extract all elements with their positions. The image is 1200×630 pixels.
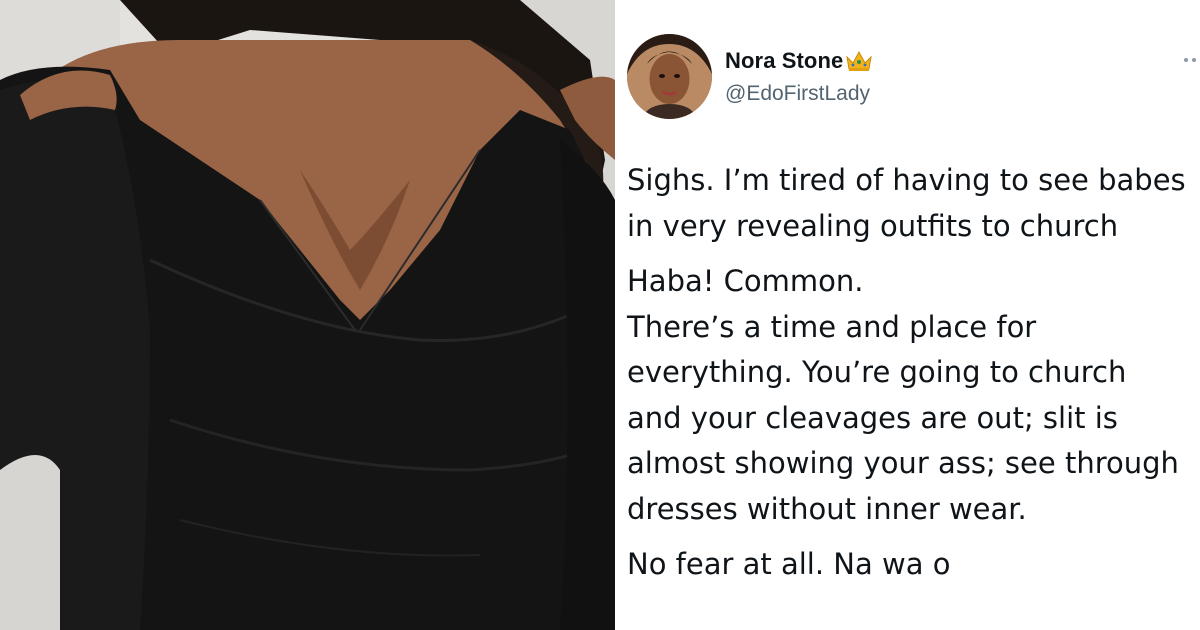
profile-avatar[interactable] — [627, 34, 712, 119]
tweet-line: Sighs. I’m tired of having to see babes — [627, 163, 1186, 197]
more-options-icon[interactable] — [1184, 56, 1200, 64]
tweet-card: Nora Stone @EdoFirstLady Sighs. I’m tire… — [615, 0, 1200, 630]
tweet-line: everything. You’re going to church — [627, 355, 1127, 389]
tweet-line: and your cleavages are out; slit is — [627, 400, 1118, 435]
tweet-text: Sighs. I’m tired of having to see babes … — [627, 158, 1200, 598]
author-handle[interactable]: @EdoFirstLady — [725, 82, 870, 106]
tweet-header: Nora Stone @EdoFirstLady — [627, 34, 1200, 120]
photo-illustration — [0, 0, 615, 630]
tweet-line: in very revealing outfits to church — [627, 208, 1119, 243]
photo-image — [0, 0, 615, 630]
tweet-line: almost showing your ass; see through — [627, 446, 1179, 480]
tweet-paragraph-3: No fear at all. Na wa o — [627, 542, 1200, 588]
tweet-line: dresses without inner wear. — [627, 491, 1027, 526]
author-name-row: Nora Stone — [725, 48, 874, 74]
tweet-paragraph-2: Haba! Common. There’s a time and place f… — [627, 259, 1200, 532]
author-display-name[interactable]: Nora Stone — [725, 48, 843, 74]
crown-emoji-icon — [844, 49, 874, 73]
tweet-line: Haba! Common. — [627, 264, 864, 298]
tweet-paragraph-1: Sighs. I’m tired of having to see babes … — [627, 158, 1200, 249]
tweet-line: There’s a time and place for — [627, 309, 1037, 344]
composite-image: Nora Stone @EdoFirstLady Sighs. I’m tire… — [0, 0, 1200, 630]
tweet-line: No fear at all. Na wa o — [627, 547, 951, 581]
